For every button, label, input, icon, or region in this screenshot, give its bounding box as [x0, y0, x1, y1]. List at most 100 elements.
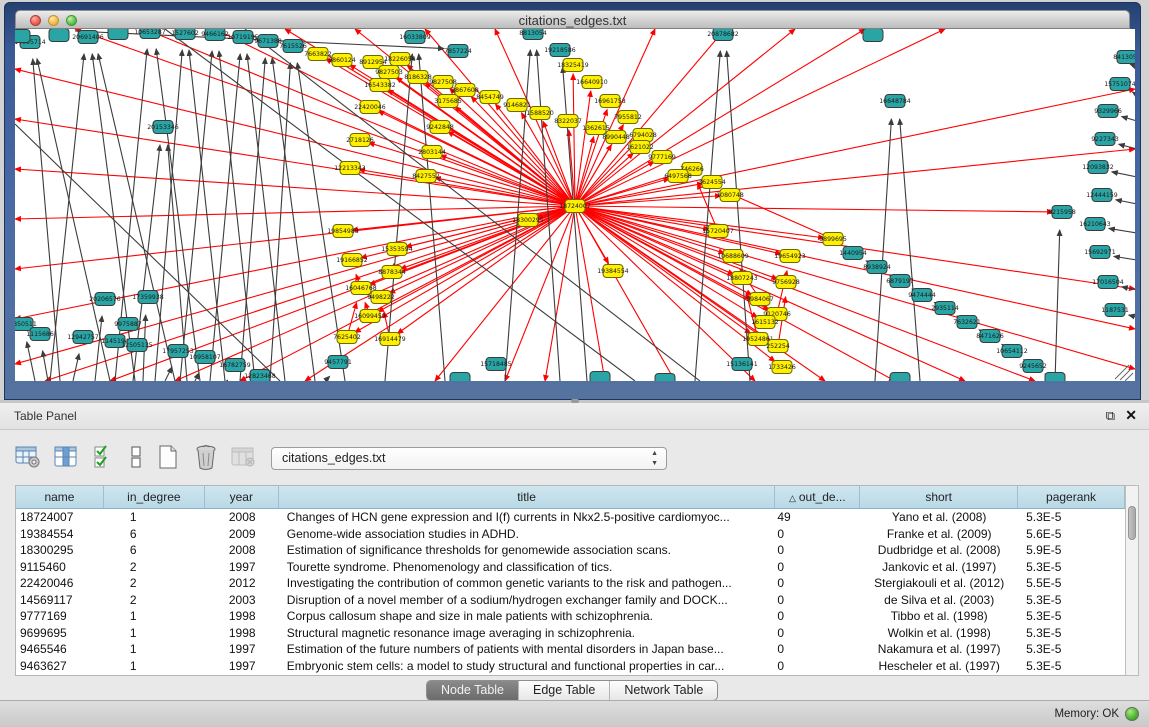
graph-edge[interactable] [1114, 256, 1135, 260]
graph-edge[interactable] [575, 196, 721, 206]
table-selector-combobox[interactable]: citations_edges.txt ▲▼ [271, 447, 667, 470]
table-cell[interactable]: Genome-wide association studies in ADHD. [279, 526, 776, 543]
table-cell[interactable]: 2 [104, 575, 205, 592]
graph-node[interactable]: 9899695 [819, 233, 847, 246]
graph-node[interactable]: 7955812 [614, 111, 642, 124]
table-cell[interactable]: 2012 [205, 575, 279, 592]
graph-node[interactable]: 3624554 [698, 176, 726, 189]
graph-node[interactable] [15, 30, 30, 43]
graph-edge[interactable] [695, 51, 720, 381]
column-header-in_degree[interactable]: in_degree [104, 486, 205, 508]
graph-edge[interactable] [875, 119, 891, 381]
graph-node[interactable]: 9777169 [648, 151, 676, 164]
table-cell[interactable]: Jankovic et al. (1997) [860, 559, 1018, 576]
graph-edge[interactable] [575, 206, 1035, 381]
graph-node[interactable]: 9457791 [324, 356, 352, 369]
graph-node[interactable] [655, 374, 675, 382]
graph-node[interactable]: 1615132 [751, 316, 779, 329]
graph-node[interactable]: 3175685 [434, 95, 462, 108]
graph-node[interactable]: 2718126 [346, 134, 374, 147]
graph-node[interactable]: 10958107 [189, 351, 221, 364]
graph-node[interactable]: 8215958 [1048, 206, 1076, 219]
column-header-short[interactable]: short [860, 486, 1018, 508]
table-cell[interactable]: Tourette syndrome. Phenomenology and cla… [279, 559, 776, 576]
graph-node[interactable]: 19166852 [336, 254, 368, 267]
table-cell[interactable]: 18300295 [16, 542, 104, 559]
network-window-titlebar[interactable]: citations_edges.txt [15, 10, 1130, 29]
table-row[interactable]: 1938455462009Genome-wide association stu… [16, 526, 1125, 543]
scrollbar-thumb[interactable] [1128, 506, 1136, 540]
graph-node[interactable]: 16210643 [1079, 218, 1111, 231]
table-row[interactable]: 1872400712008Changes of HCN gene express… [16, 509, 1125, 526]
graph-edge[interactable] [15, 206, 575, 219]
table-cell[interactable]: 0 [775, 542, 860, 559]
graph-node[interactable]: 9860124 [328, 54, 356, 67]
table-cell[interactable]: 0 [775, 608, 860, 625]
table-cell[interactable]: 1 [104, 658, 205, 675]
table-cell[interactable]: Stergiakouli et al. (2012) [860, 575, 1018, 592]
graph-node[interactable] [108, 29, 128, 40]
table-row[interactable]: 977716911998Corpus callosum shape and si… [16, 608, 1125, 625]
graph-node[interactable] [590, 372, 610, 382]
table-cell[interactable]: 9465546 [16, 641, 104, 658]
graph-node[interactable]: 1588520 [526, 107, 554, 120]
graph-node[interactable]: 1080748 [716, 189, 744, 202]
table-cell[interactable]: Embryonic stem cells: a model to study s… [279, 658, 776, 675]
table-row[interactable]: 1830029562008Estimation of significance … [16, 542, 1125, 559]
graph-node[interactable]: 12444159 [1086, 189, 1118, 202]
graph-edge[interactable] [575, 206, 1053, 212]
table-cell[interactable]: 9115460 [16, 559, 104, 576]
tab-node-table[interactable]: Node Table [427, 681, 519, 700]
graph-node[interactable]: 9756928 [772, 276, 800, 289]
table-cell[interactable]: 0 [775, 575, 860, 592]
graph-node[interactable]: 8990448 [602, 131, 630, 144]
table-cell[interactable]: 5.3E-5 [1018, 592, 1125, 609]
table-cell[interactable]: Estimation of significance thresholds fo… [279, 542, 776, 559]
graph-edge[interactable] [95, 316, 102, 381]
graph-edge[interactable] [1109, 228, 1135, 233]
graph-edge[interactable] [1119, 144, 1135, 149]
graph-edge[interactable] [240, 206, 575, 381]
graph-edge[interactable] [389, 206, 575, 293]
memory-ok-indicator[interactable] [1125, 707, 1139, 721]
graph-node[interactable]: 9329966 [1094, 105, 1122, 118]
table-cell[interactable]: 1997 [205, 641, 279, 658]
table-cell[interactable]: 5.3E-5 [1018, 625, 1125, 642]
graph-edge[interactable] [1116, 200, 1135, 204]
table-cell[interactable]: 1997 [205, 559, 279, 576]
show-columns-icon[interactable] [52, 443, 80, 471]
graph-node[interactable]: 9466162 [201, 29, 229, 41]
graph-node[interactable]: 8186328 [404, 71, 432, 84]
table-row[interactable]: 969969511998Structural magnetic resonanc… [16, 625, 1125, 642]
table-cell[interactable]: Structural magnetic resonance image aver… [279, 625, 776, 642]
graph-edge[interactable] [1122, 117, 1135, 121]
table-cell[interactable]: 5.9E-5 [1018, 542, 1125, 559]
table-mode-icon[interactable] [14, 443, 42, 471]
table-cell[interactable]: 5.5E-5 [1018, 575, 1125, 592]
graph-node[interactable]: 1527602 [171, 29, 199, 40]
graph-node[interactable]: 1733426 [768, 361, 796, 374]
table-cell[interactable]: 9777169 [16, 608, 104, 625]
float-window-icon[interactable]: ⧉ [1106, 408, 1115, 424]
table-cell[interactable]: 9463627 [16, 658, 104, 675]
graph-edge[interactable] [219, 51, 255, 381]
graph-node[interactable]: 19218586 [544, 44, 576, 57]
table-cell[interactable]: Corpus callosum shape and size in male p… [279, 608, 776, 625]
column-header-title[interactable]: title [279, 486, 776, 508]
table-cell[interactable]: Dudbridge et al. (2008) [860, 542, 1018, 559]
table-cell[interactable]: 22420046 [16, 575, 104, 592]
graph-edge[interactable] [165, 367, 172, 381]
graph-node[interactable]: 2935114 [931, 302, 959, 315]
graph-node[interactable]: 20878682 [707, 29, 739, 41]
graph-node[interactable]: 8454749 [476, 91, 504, 104]
tab-network-table[interactable]: Network Table [610, 681, 717, 700]
graph-node[interactable]: 16961758 [594, 95, 626, 108]
graph-node[interactable]: 22420046 [354, 101, 386, 114]
graph-edge[interactable] [1132, 92, 1135, 95]
table-scrollbar[interactable] [1125, 485, 1139, 676]
table-cell[interactable]: 5.3E-5 [1018, 608, 1125, 625]
graph-node[interactable]: 15136141 [726, 358, 758, 371]
graph-node[interactable]: 18325419 [557, 59, 589, 72]
graph-node[interactable]: 17359938 [132, 291, 164, 304]
table-cell[interactable]: 5.3E-5 [1018, 559, 1125, 576]
